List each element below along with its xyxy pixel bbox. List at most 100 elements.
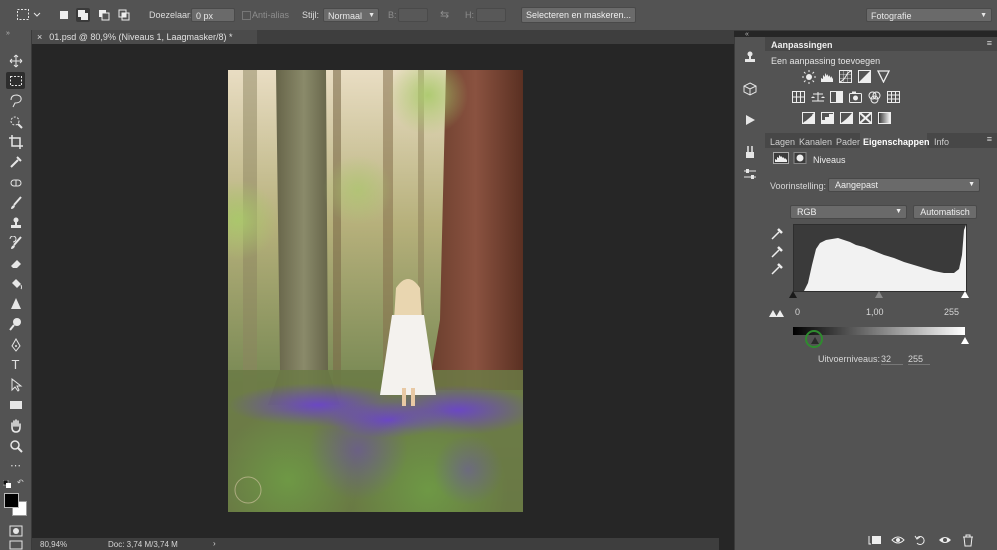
intersect-selection-button[interactable]: [117, 8, 131, 22]
input-white-handle[interactable]: [961, 291, 969, 298]
channel-mixer-icon[interactable]: [868, 91, 881, 104]
visibility-eye-icon[interactable]: [938, 534, 952, 546]
quick-selection-tool[interactable]: [6, 113, 25, 130]
blur-tool[interactable]: [6, 295, 25, 312]
panel-menu-icon[interactable]: ≡: [987, 134, 992, 144]
trash-icon[interactable]: [962, 534, 974, 547]
exposure-icon[interactable]: [858, 70, 871, 83]
subtract-from-selection-button[interactable]: [97, 8, 111, 22]
gradient-map-icon[interactable]: [878, 112, 891, 124]
add-to-selection-button[interactable]: [76, 8, 90, 22]
input-black-value[interactable]: 0: [795, 307, 800, 317]
antialias-checkbox[interactable]: [242, 11, 251, 20]
width-input[interactable]: [398, 8, 428, 22]
output-white-handle[interactable]: [961, 337, 969, 344]
pen-tool[interactable]: [6, 336, 25, 353]
type-tool[interactable]: T: [6, 356, 25, 373]
toolbar-collapse-icon[interactable]: »: [6, 30, 10, 37]
black-white-icon[interactable]: [830, 91, 843, 103]
preset-select-value: Aangepast: [835, 180, 879, 190]
swap-colors-icon[interactable]: ↶: [17, 478, 24, 487]
edit-toolbar-button[interactable]: ⋯: [6, 457, 25, 474]
lasso-tool[interactable]: [6, 92, 25, 109]
dock-collapse-icon[interactable]: «: [745, 31, 749, 38]
threshold-icon[interactable]: [840, 112, 853, 124]
tool-presets-button[interactable]: [740, 164, 760, 184]
reset-icon[interactable]: [914, 534, 927, 546]
screen-mode-button[interactable]: [6, 540, 25, 550]
3d-panel-button[interactable]: [740, 79, 760, 99]
default-colors-icon[interactable]: [2, 479, 11, 488]
swap-dimensions-icon[interactable]: ⇆: [440, 8, 449, 21]
history-brush-tool[interactable]: [6, 234, 25, 251]
panel-menu-icon[interactable]: ≡: [987, 38, 992, 48]
marquee-tool[interactable]: [6, 72, 25, 89]
hand-tool[interactable]: [6, 417, 25, 434]
output-black-value[interactable]: 32: [881, 354, 903, 365]
vibrance-icon[interactable]: [877, 70, 890, 83]
selective-color-icon[interactable]: [859, 112, 872, 124]
height-input[interactable]: [476, 8, 506, 22]
spot-healing-tool[interactable]: [6, 174, 25, 191]
input-gamma-handle[interactable]: [875, 291, 883, 298]
adjustments-title[interactable]: Aanpassingen: [771, 40, 833, 50]
tab-paths[interactable]: Paden: [836, 135, 862, 149]
output-black-handle[interactable]: [811, 337, 819, 344]
input-gamma-value[interactable]: 1,00: [866, 307, 884, 317]
black-point-eyedropper-icon[interactable]: [770, 227, 784, 241]
color-balance-icon[interactable]: [811, 91, 825, 103]
output-white-value[interactable]: 255: [908, 354, 930, 365]
antialias-label: Anti-alias: [252, 10, 290, 20]
foreground-color-swatch[interactable]: [4, 493, 19, 508]
status-menu-arrow-icon[interactable]: ›: [213, 539, 216, 548]
brush-tool[interactable]: [6, 194, 25, 211]
clip-to-layer-icon[interactable]: [868, 534, 882, 546]
feather-input[interactable]: 0 px: [191, 8, 235, 22]
close-tab-icon[interactable]: ×: [37, 30, 42, 44]
new-selection-button[interactable]: [57, 8, 71, 22]
move-tool[interactable]: [6, 52, 25, 69]
frame-tool[interactable]: [6, 153, 25, 170]
select-and-mask-button[interactable]: Selecteren en maskeren...: [521, 7, 636, 23]
preset-select[interactable]: Aangepast ▼: [828, 178, 980, 192]
brush-settings-button[interactable]: [740, 142, 760, 162]
photo-filter-icon[interactable]: [849, 91, 863, 103]
stamp-panel-button[interactable]: [740, 47, 760, 67]
document-tab[interactable]: × 01.psd @ 80,9% (Niveaus 1, Laagmasker/…: [32, 30, 257, 44]
brightness-contrast-icon[interactable]: [802, 70, 816, 84]
tab-info[interactable]: Info: [934, 135, 949, 149]
sliders-icon: [744, 169, 756, 179]
levels-icon[interactable]: [820, 70, 835, 83]
clip-warning-icon[interactable]: [768, 308, 786, 318]
input-white-value[interactable]: 255: [944, 307, 959, 317]
tab-layers[interactable]: Lagen: [770, 135, 795, 149]
posterize-icon[interactable]: [821, 112, 834, 124]
zoom-tool[interactable]: [6, 437, 25, 454]
tab-properties[interactable]: Eigenschappen: [863, 135, 930, 149]
clone-stamp-tool[interactable]: [6, 214, 25, 231]
channel-select[interactable]: RGB ▼: [790, 205, 907, 219]
view-previous-state-icon[interactable]: [891, 534, 905, 546]
document-image[interactable]: [228, 70, 523, 512]
gradient-tool[interactable]: [6, 275, 25, 292]
dodge-tool[interactable]: [6, 315, 25, 332]
style-select[interactable]: Normaal ▼: [323, 8, 379, 22]
eraser-tool[interactable]: [6, 255, 25, 272]
zoom-level[interactable]: 80,94%: [40, 540, 67, 549]
rectangle-tool[interactable]: [6, 396, 25, 413]
actions-panel-button[interactable]: [740, 110, 760, 130]
auto-button[interactable]: Automatisch: [913, 205, 977, 219]
hue-saturation-icon[interactable]: [792, 91, 805, 103]
workspace-select[interactable]: Fotografie ▼: [866, 8, 992, 22]
invert-icon[interactable]: [802, 112, 815, 124]
color-lookup-icon[interactable]: [887, 91, 900, 103]
quick-mask-button[interactable]: [6, 522, 25, 539]
white-point-eyedropper-icon[interactable]: [770, 262, 784, 276]
crop-tool[interactable]: [6, 133, 25, 150]
curves-icon[interactable]: [839, 70, 852, 83]
gray-point-eyedropper-icon[interactable]: [770, 245, 784, 259]
input-black-handle[interactable]: [789, 291, 797, 298]
tab-channels[interactable]: Kanalen: [799, 135, 832, 149]
tool-preset-picker[interactable]: [16, 8, 42, 22]
path-selection-tool[interactable]: [6, 376, 25, 393]
